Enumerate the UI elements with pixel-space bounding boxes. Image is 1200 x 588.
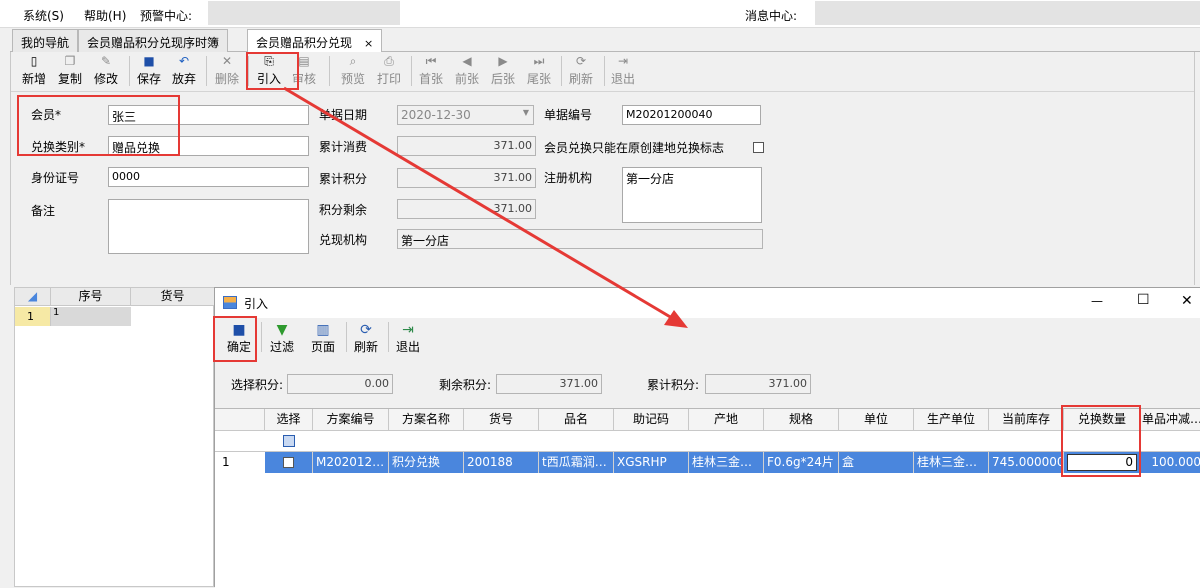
arrow-head: [664, 310, 688, 328]
arrow-line: [283, 86, 673, 320]
annotation-arrow: [283, 86, 688, 328]
